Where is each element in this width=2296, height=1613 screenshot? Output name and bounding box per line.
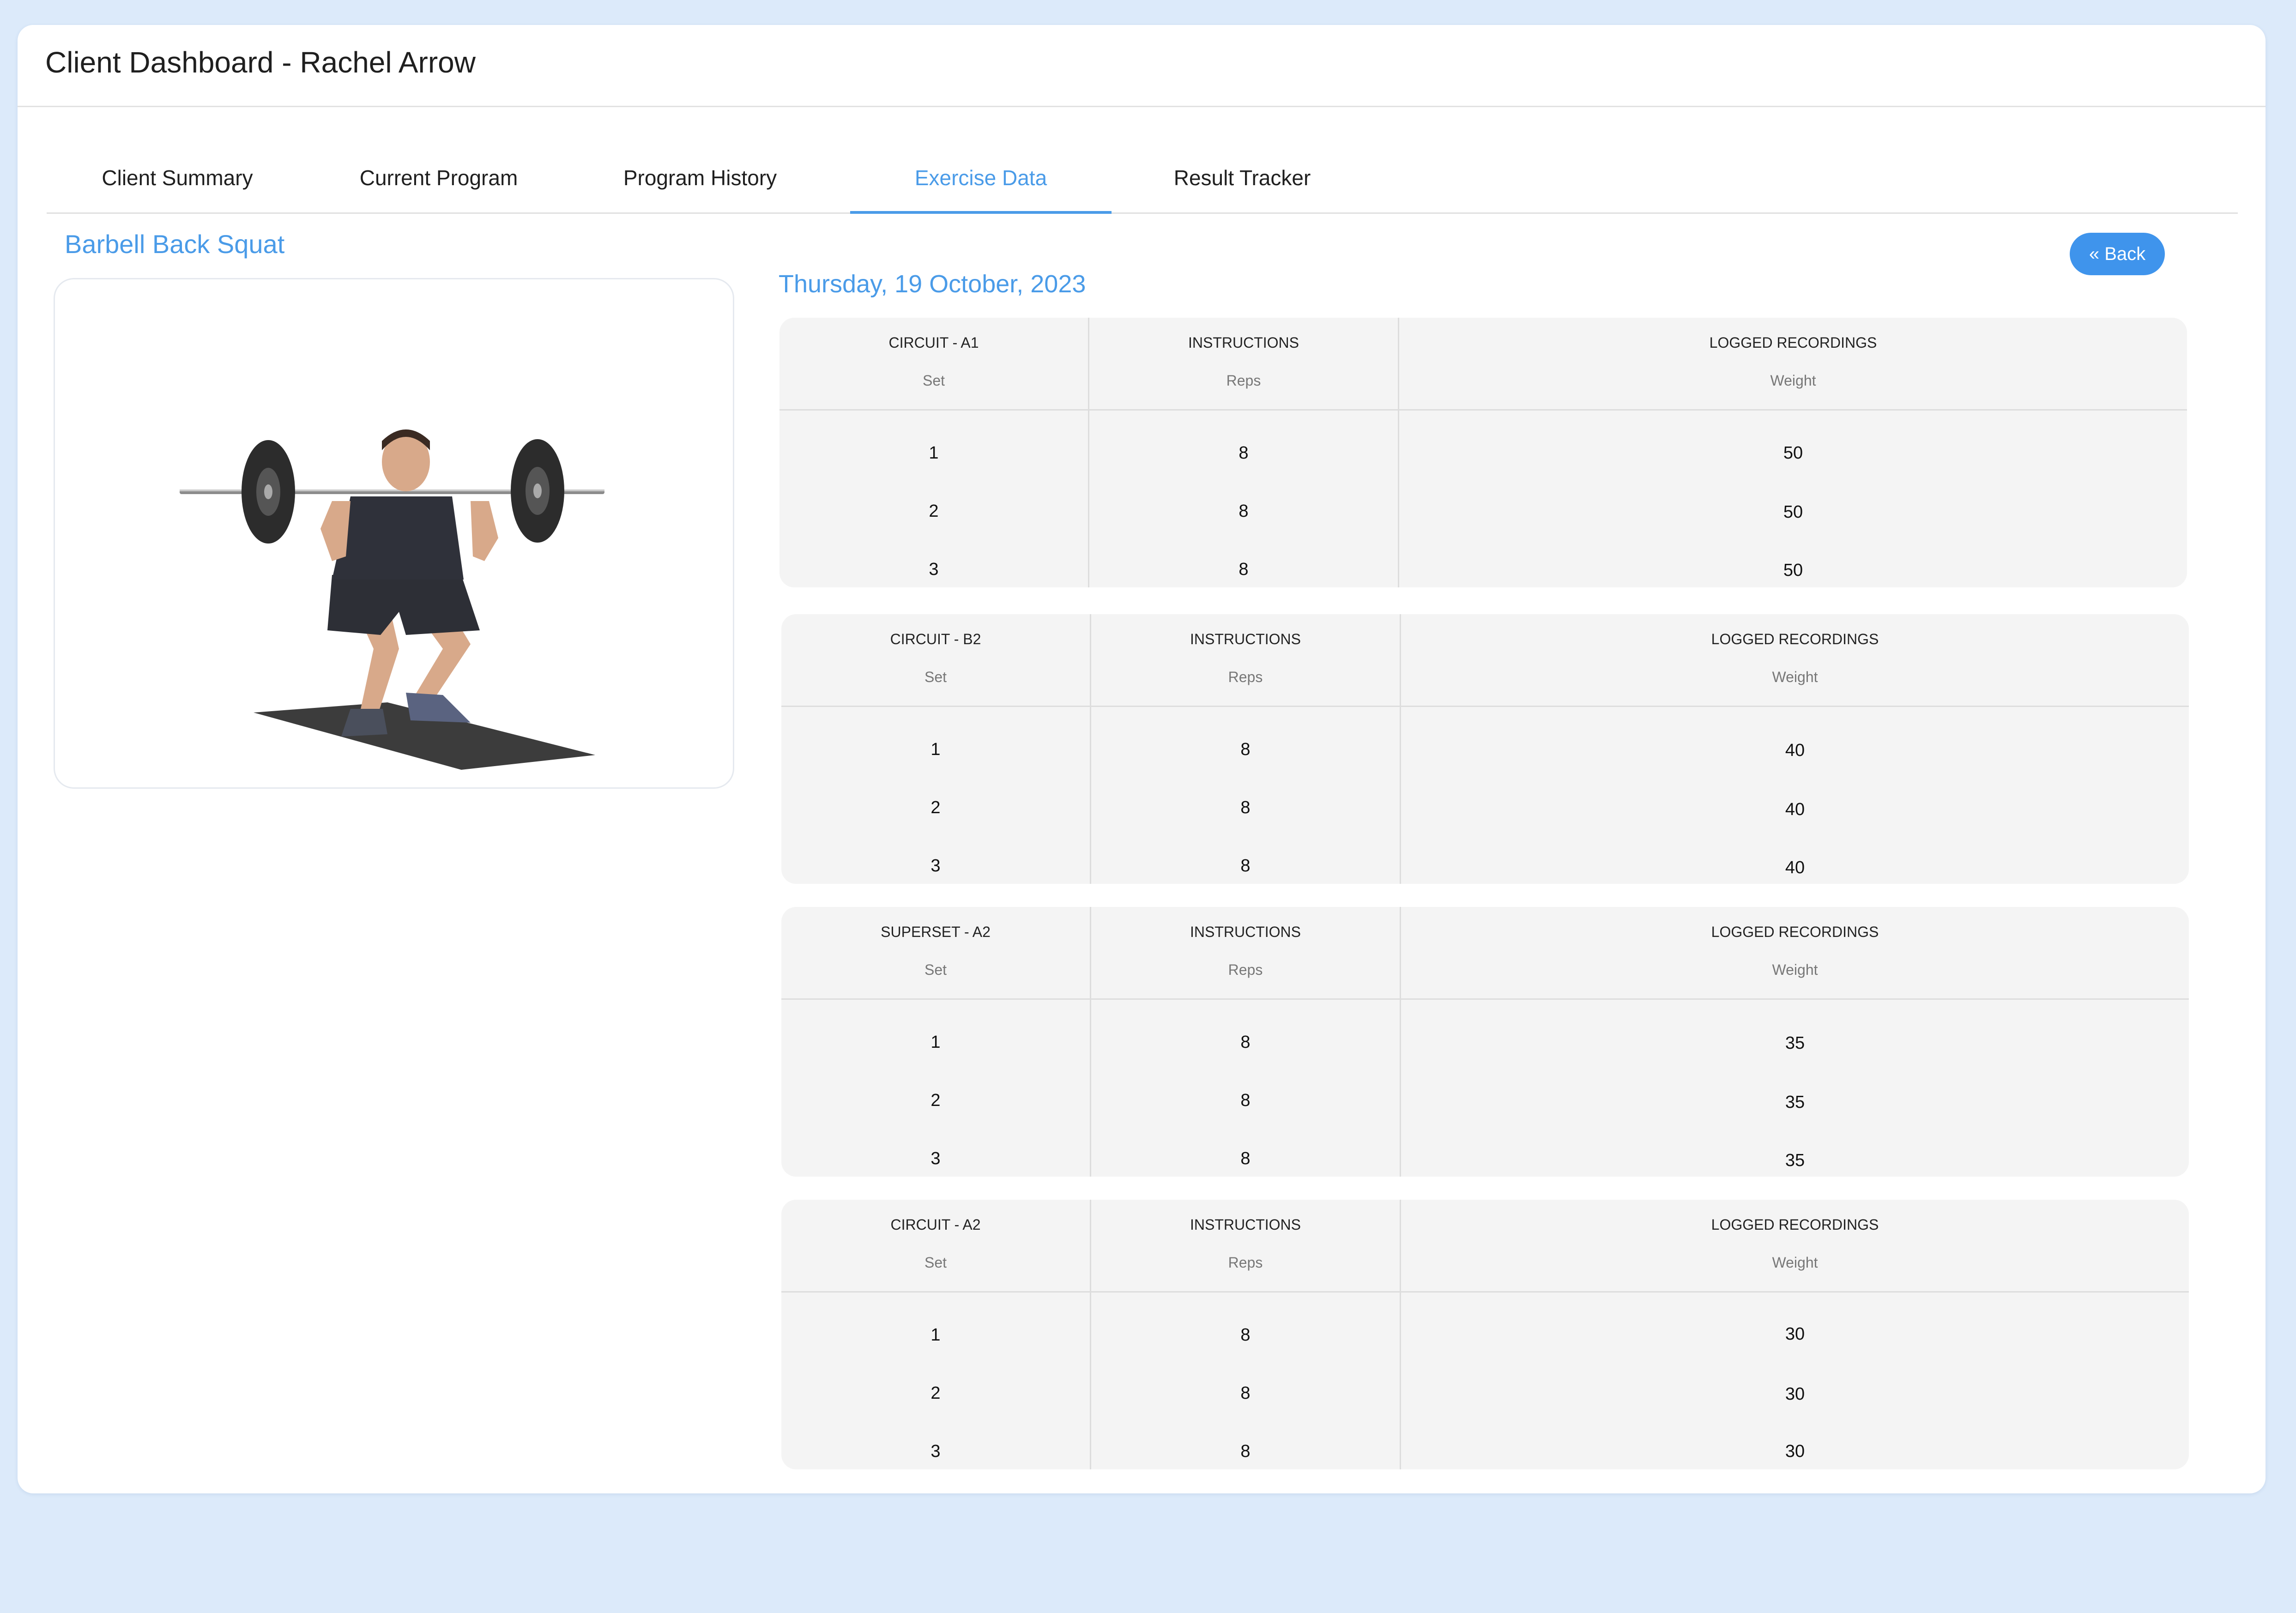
table-cell-set: 3 bbox=[930, 1149, 941, 1168]
table-set-label: Set bbox=[924, 1254, 947, 1271]
table-cell-weight: 30 bbox=[1785, 1442, 1805, 1461]
table-cell-reps: 8 bbox=[1239, 501, 1249, 521]
table-cell-reps: 8 bbox=[1240, 1325, 1251, 1345]
tab-exercise-data[interactable]: Exercise Data bbox=[850, 143, 1112, 214]
table-cell-set: 2 bbox=[929, 501, 939, 521]
table-cell-weight: 30 bbox=[1785, 1384, 1805, 1404]
exercise-title: Barbell Back Squat bbox=[65, 230, 285, 259]
table-weight-label: Weight bbox=[1770, 372, 1816, 389]
table-weight-label: Weight bbox=[1772, 1254, 1818, 1271]
table-cell-weight: 50 bbox=[1783, 443, 1803, 463]
table-instructions-header: INSTRUCTIONS bbox=[1190, 1216, 1301, 1233]
exercise-table: SUPERSET - A2 INSTRUCTIONS LOGGED RECORD… bbox=[781, 907, 2189, 1177]
table-cell-weight: 50 bbox=[1783, 502, 1803, 522]
table-reps-label: Reps bbox=[1228, 669, 1263, 685]
exercise-table: CIRCUIT - A1 INSTRUCTIONS LOGGED RECORDI… bbox=[779, 318, 2187, 587]
table-cell-set: 1 bbox=[930, 740, 941, 759]
table-cell-reps: 8 bbox=[1240, 856, 1251, 876]
table-cell-reps: 8 bbox=[1240, 1091, 1251, 1110]
barbell-squat-illustration bbox=[180, 429, 604, 770]
table-cell-set: 1 bbox=[930, 1325, 941, 1345]
tab-bar: Client Summary Current Program Program H… bbox=[47, 143, 2238, 214]
table-cell-set: 3 bbox=[930, 856, 941, 876]
back-button[interactable]: « Back bbox=[2070, 233, 2165, 275]
table-recordings-header: LOGGED RECORDINGS bbox=[1709, 334, 1877, 351]
session-date: Thursday, 19 October, 2023 bbox=[779, 270, 1086, 298]
table-cell-set: 2 bbox=[930, 1091, 941, 1110]
table-group-label: CIRCUIT - A2 bbox=[890, 1216, 981, 1233]
exercise-table: CIRCUIT - B2 INSTRUCTIONS LOGGED RECORDI… bbox=[781, 614, 2189, 884]
table-recordings-header: LOGGED RECORDINGS bbox=[1711, 924, 1879, 940]
table-set-label: Set bbox=[924, 669, 947, 685]
table-cell-set: 1 bbox=[930, 1033, 941, 1052]
table-group-label: SUPERSET - A2 bbox=[881, 924, 991, 940]
table-cell-set: 2 bbox=[930, 798, 941, 817]
table-set-label: Set bbox=[922, 372, 945, 389]
table-weight-label: Weight bbox=[1772, 669, 1818, 685]
table-cell-weight: 50 bbox=[1783, 561, 1803, 580]
table-set-label: Set bbox=[924, 961, 947, 978]
table-cell-weight: 30 bbox=[1785, 1324, 1805, 1344]
table-cell-set: 3 bbox=[930, 1442, 941, 1461]
table-recordings-header: LOGGED RECORDINGS bbox=[1711, 631, 1879, 647]
dashboard-card: Client Dashboard - Rachel Arrow Client S… bbox=[18, 25, 2266, 1493]
table-cell-weight: 35 bbox=[1785, 1151, 1805, 1170]
table-cell-weight: 35 bbox=[1785, 1033, 1805, 1053]
table-instructions-header: INSTRUCTIONS bbox=[1188, 334, 1299, 351]
table-group-label: CIRCUIT - B2 bbox=[890, 631, 981, 647]
table-reps-label: Reps bbox=[1228, 1254, 1263, 1271]
table-instructions-header: INSTRUCTIONS bbox=[1190, 924, 1301, 940]
table-cell-reps: 8 bbox=[1240, 1033, 1251, 1052]
table-recordings-header: LOGGED RECORDINGS bbox=[1711, 1216, 1879, 1233]
table-cell-reps: 8 bbox=[1239, 560, 1249, 579]
table-cell-reps: 8 bbox=[1240, 1149, 1251, 1168]
table-cell-set: 3 bbox=[929, 560, 939, 579]
table-reps-label: Reps bbox=[1228, 961, 1263, 978]
page-title: Client Dashboard - Rachel Arrow bbox=[45, 46, 476, 79]
tab-current-program[interactable]: Current Program bbox=[308, 143, 569, 212]
table-cell-set: 1 bbox=[929, 443, 939, 463]
tab-client-summary[interactable]: Client Summary bbox=[47, 143, 308, 212]
tab-program-history[interactable]: Program History bbox=[569, 143, 831, 212]
table-cell-reps: 8 bbox=[1240, 1383, 1251, 1403]
card-header: Client Dashboard - Rachel Arrow bbox=[18, 25, 2266, 107]
table-cell-reps: 8 bbox=[1239, 443, 1249, 463]
table-cell-weight: 40 bbox=[1785, 800, 1805, 819]
table-instructions-header: INSTRUCTIONS bbox=[1190, 631, 1301, 647]
exercise-table: CIRCUIT - A2 INSTRUCTIONS LOGGED RECORDI… bbox=[781, 1200, 2189, 1469]
tab-result-tracker[interactable]: Result Tracker bbox=[1112, 143, 1373, 212]
exercise-image bbox=[54, 278, 734, 789]
table-weight-label: Weight bbox=[1772, 961, 1818, 978]
table-cell-weight: 40 bbox=[1785, 741, 1805, 760]
table-cell-reps: 8 bbox=[1240, 798, 1251, 817]
table-reps-label: Reps bbox=[1226, 372, 1261, 389]
table-cell-weight: 35 bbox=[1785, 1093, 1805, 1112]
table-group-label: CIRCUIT - A1 bbox=[888, 334, 979, 351]
table-cell-set: 2 bbox=[930, 1383, 941, 1403]
table-cell-reps: 8 bbox=[1240, 740, 1251, 759]
table-cell-weight: 40 bbox=[1785, 858, 1805, 877]
table-cell-reps: 8 bbox=[1240, 1442, 1251, 1461]
